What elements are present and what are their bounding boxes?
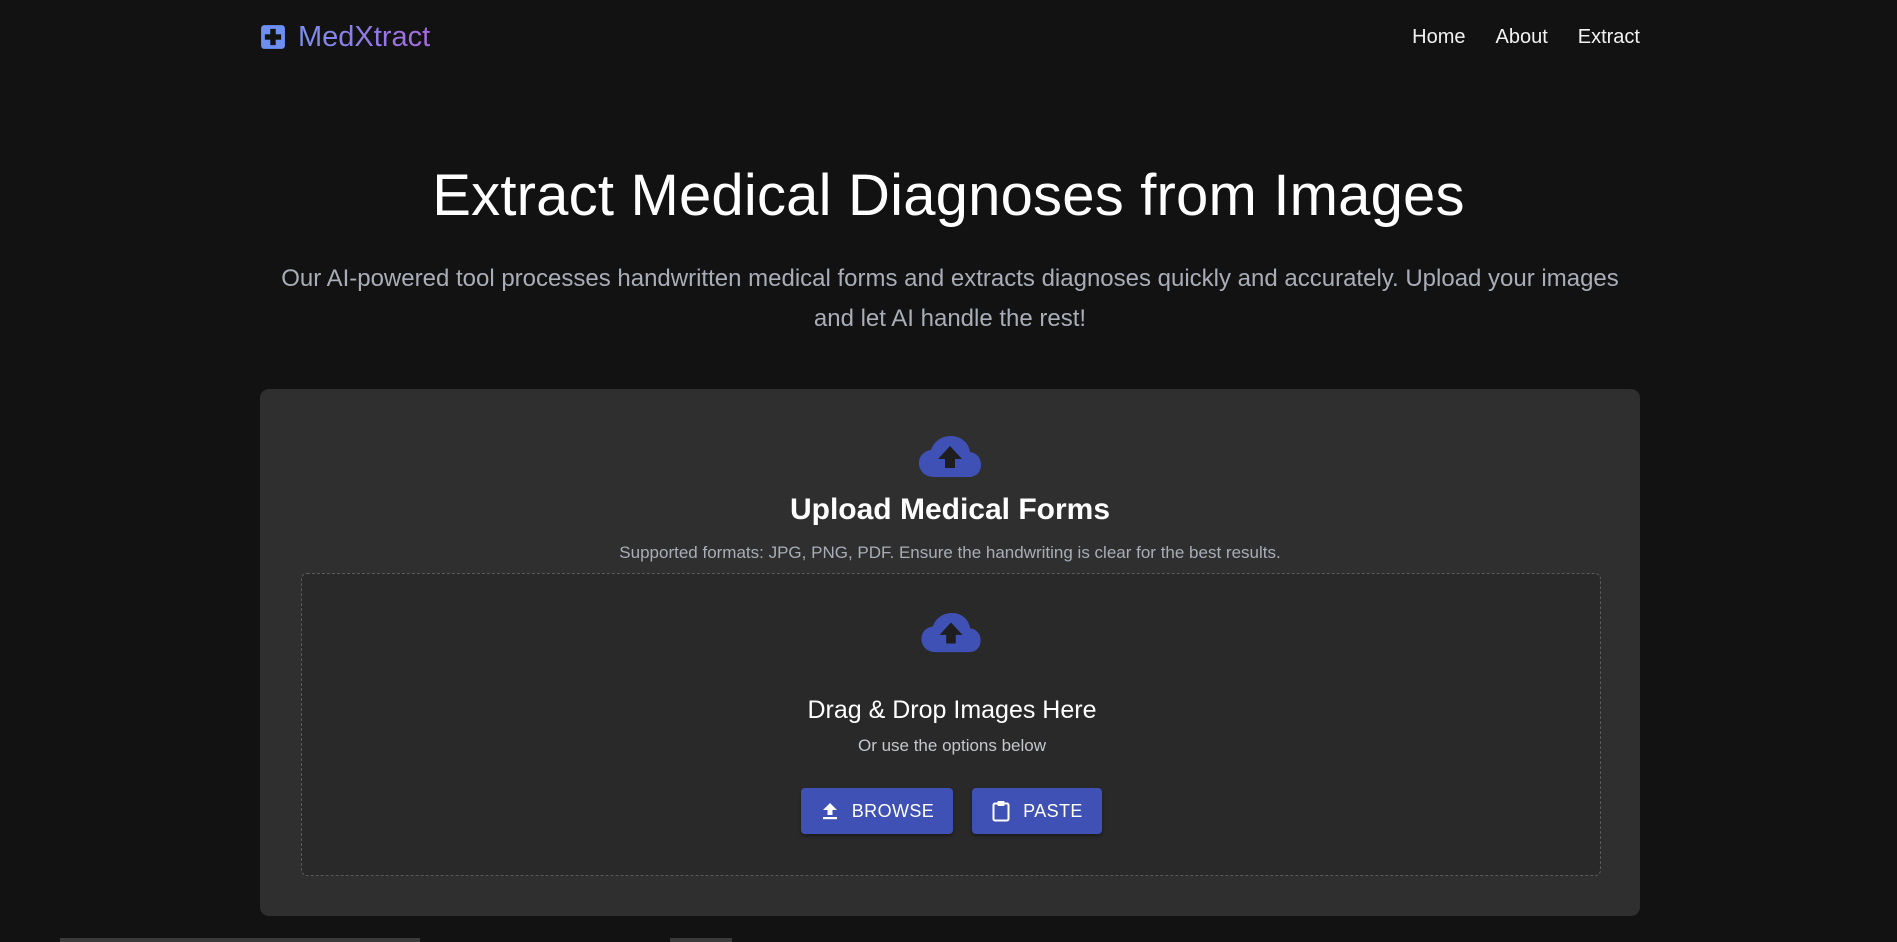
cloud-upload-icon: [919, 436, 981, 477]
page-subtitle: Our AI-powered tool processes handwritte…: [281, 265, 1619, 332]
clipboard-icon: [992, 801, 1010, 822]
brand-name: MedXtract: [298, 20, 431, 53]
upload-card: Upload Medical Forms Supported formats: …: [260, 389, 1640, 916]
upload-title: Upload Medical Forms: [789, 493, 1111, 526]
dropzone-subtitle: Or use the options below: [857, 736, 1047, 755]
page-title: Extract Medical Diagnoses from Images: [432, 163, 1465, 228]
nav-link-extract[interactable]: Extract: [1578, 26, 1640, 49]
brand[interactable]: MedXtract: [260, 21, 430, 54]
nav-link-home[interactable]: Home: [1412, 26, 1465, 49]
paste-button-label: PASTE: [1023, 800, 1083, 821]
bottom-scrollbar-left[interactable]: [60, 938, 420, 942]
paste-button[interactable]: PASTE: [972, 788, 1102, 834]
upload-arrow-icon: [822, 803, 837, 820]
nav-links: Home About Extract: [1412, 26, 1640, 49]
cloud-upload-icon: [921, 612, 981, 653]
dropzone-title: Drag & Drop Images Here: [807, 696, 1097, 724]
dropzone[interactable]: Drag & Drop Images Here Or use the optio…: [301, 573, 1601, 876]
bottom-scrollbar-right[interactable]: [670, 938, 732, 942]
navbar: MedXtract Home About Extract: [260, 0, 1640, 74]
medical-cross-icon: [261, 25, 285, 49]
supported-formats-text: Supported formats: JPG, PNG, PDF. Ensure…: [619, 543, 1281, 562]
nav-link-about[interactable]: About: [1495, 26, 1547, 49]
browse-button-label: BROWSE: [851, 800, 935, 821]
browse-button[interactable]: BROWSE: [801, 788, 953, 834]
